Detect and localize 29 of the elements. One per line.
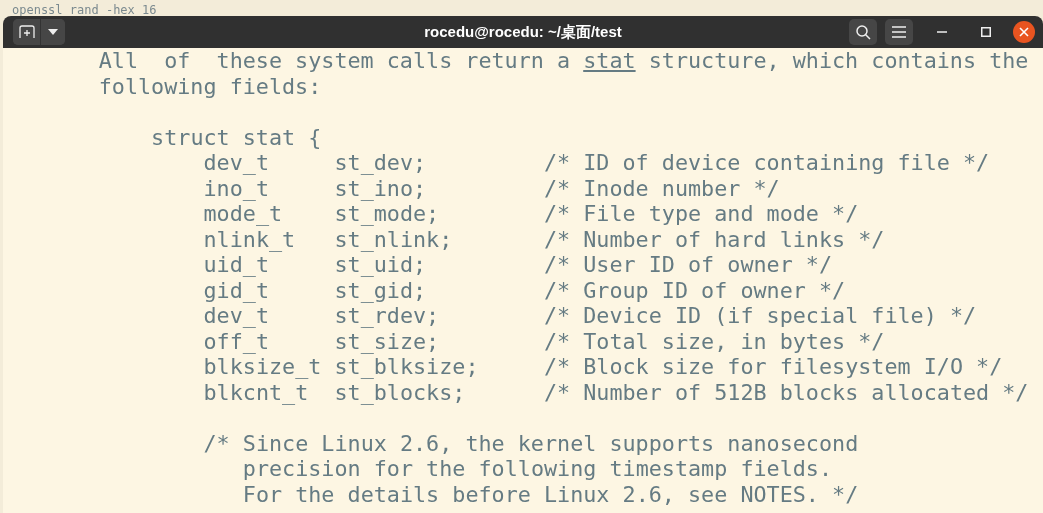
terminal-line: off_t st_size; /* Total size, in bytes */	[202, 328, 885, 354]
search-button[interactable]	[849, 19, 877, 45]
minimize-icon	[937, 31, 947, 33]
terminal-line: /* Since Linux 2.6, the kernel supports nanosecond	[202, 430, 859, 456]
new-tab-button[interactable]	[13, 19, 41, 45]
search-icon	[855, 24, 871, 40]
terminal-line: nlink_t st_nlink; /* Number of hard links */	[202, 226, 885, 252]
terminal-line: dev_t st_dev; /* ID of device containing file */	[202, 150, 990, 176]
close-button[interactable]	[1013, 21, 1035, 43]
caret-icon	[48, 29, 58, 35]
maximize-icon	[981, 27, 991, 37]
terminal-line: blksize_t st_blksize; /* Block size for filesystem I/O */	[202, 354, 1003, 380]
terminal-line: struct stat {	[150, 124, 322, 150]
terminal-line: mode_t st_mode; /* File type and mode */	[202, 201, 859, 227]
terminal-line: gid_t st_gid; /* Group ID of owner */	[202, 277, 846, 303]
menu-icon	[892, 26, 906, 38]
window-title: rocedu@rocedu: ~/桌面/test	[424, 22, 622, 40]
terminal-line: For the details before Linux 2.6, see NOTES. */	[241, 481, 859, 507]
terminal-line: All of these system calls return a stat structure, which contains the	[97, 48, 1029, 74]
terminal-line: uid_t st_uid; /* User ID of owner */	[202, 252, 833, 278]
menu-button[interactable]	[885, 19, 913, 45]
terminal-line: blkcnt_t st_blocks; /* Number of 512B blocks allocated */	[202, 379, 1029, 405]
background-terminal-text: openssl rand -hex 16	[12, 2, 157, 18]
close-icon	[1019, 27, 1029, 37]
terminal-line: ino_t st_ino; /* Inode number */	[202, 175, 780, 201]
terminal-line: dev_t st_rdev; /* Device ID (if special file) */	[202, 303, 977, 329]
terminal-line: precision for the following timestamp fields.	[241, 456, 833, 482]
terminal-line: following fields:	[97, 73, 322, 99]
new-tab-icon	[18, 25, 35, 39]
